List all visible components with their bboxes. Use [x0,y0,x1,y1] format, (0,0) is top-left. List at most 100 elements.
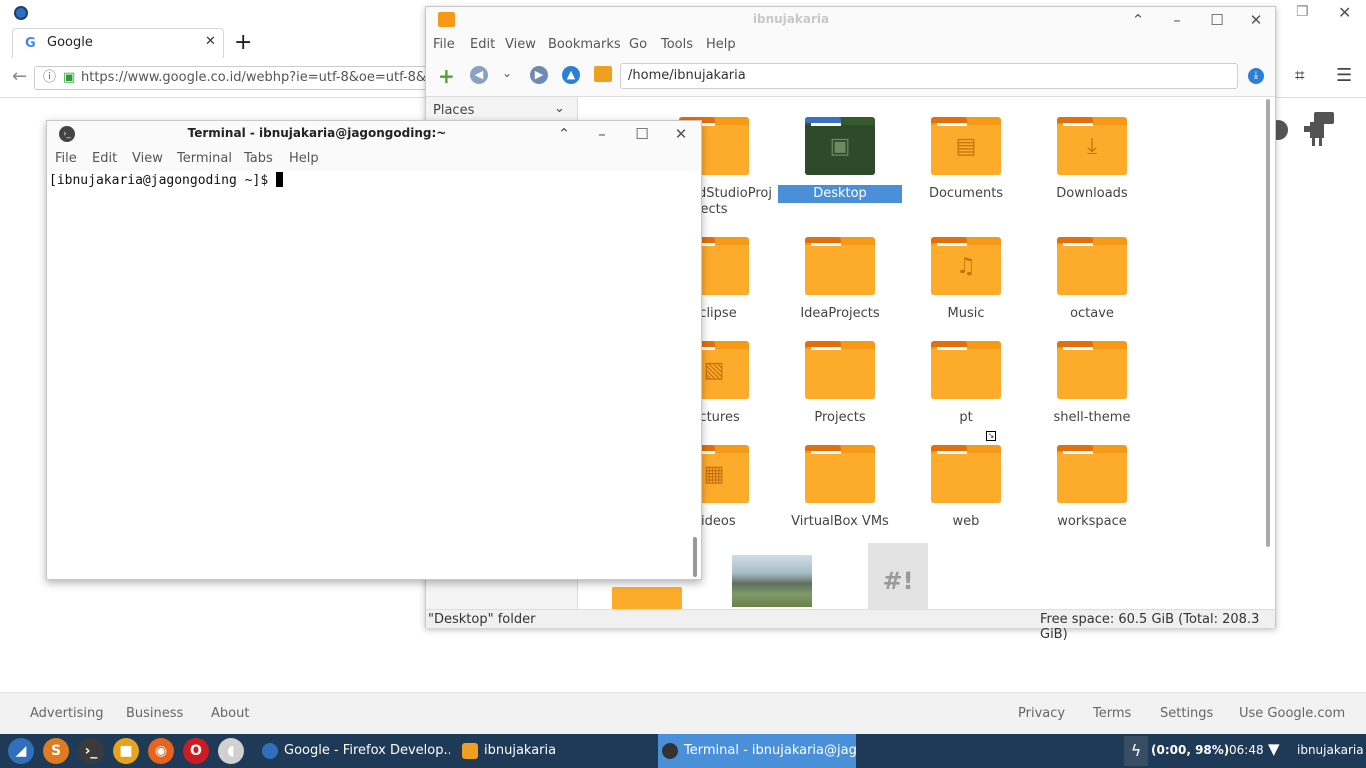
term-close-icon[interactable]: ✕ [668,121,694,147]
terminal-window: ›_ Terminal - ibnujakaria@jagongoding:~ … [46,120,702,580]
user-name[interactable]: ibnujakaria [1297,743,1364,757]
firefox-task-icon [262,743,278,759]
download-status-icon[interactable]: ⤓ [1248,68,1264,84]
fm-close-icon[interactable]: ✕ [1243,7,1269,33]
fm-minimize-icon[interactable]: – [1164,7,1190,33]
window-close-icon[interactable]: ✕ [1338,3,1351,22]
term-menu-view[interactable]: View [132,151,163,166]
landscape-image-thumbnail[interactable] [732,555,812,607]
folder-icon [805,237,875,295]
clock[interactable]: 06:48 [1229,743,1264,757]
task-terminal[interactable]: Terminal - ibnujakaria@jag... [658,734,856,768]
back-arrow-icon[interactable]: ← [12,66,27,87]
footer-advertising-link[interactable]: Advertising [30,706,104,721]
term-menu-help[interactable]: Help [289,151,319,166]
fm-menu-view[interactable]: View [505,37,536,52]
term-menu-file[interactable]: File [55,151,77,166]
folder-item[interactable]: workspace [1029,445,1155,531]
fm-title-bar[interactable]: ibnujakaria ⌃ – ☐ ✕ [426,7,1275,33]
folder-item[interactable]: ♫ Music [903,237,1029,323]
term-title-bar[interactable]: ›_ Terminal - ibnujakaria@jagongoding:~ … [47,121,701,147]
fm-maximize-icon[interactable]: ☐ [1204,7,1230,33]
footer-settings-link[interactable]: Settings [1160,706,1213,721]
fm-menu-edit[interactable]: Edit [470,37,495,52]
script-file-icon[interactable]: #! [868,543,928,609]
fm-menu-go[interactable]: Go [629,37,647,52]
term-maximize-icon[interactable]: ☐ [629,121,655,147]
folder-item[interactable]: ⤓ Downloads [1029,117,1155,203]
folder-emblem-icon: ▣ [829,134,851,159]
folder-icon [931,445,1001,503]
term-menu-bar: File Edit View Terminal Tabs Help [47,147,701,171]
fm-menu-file[interactable]: File [433,37,455,52]
folder-label: Downloads [1056,186,1128,201]
back-icon[interactable]: ◀ [470,66,488,84]
sublime-launcher-icon[interactable]: S [43,738,69,764]
places-header[interactable]: Places [433,103,474,118]
fm-scrollbar[interactable] [1266,99,1270,547]
url-text: https://www.google.co.id/webhp?ie=utf-8&… [81,70,434,85]
task-file-manager[interactable]: ibnujakaria [458,734,650,768]
folder-item[interactable]: pt [903,341,1029,427]
footer-use-google-link[interactable]: Use Google.com [1239,706,1345,721]
folder-item[interactable]: IdeaProjects [777,237,903,323]
term-scrollbar[interactable] [693,537,697,577]
term-minimize-icon[interactable]: – [589,121,615,147]
status-free-space-text: Free space: 60.5 GiB (Total: 208.3 GiB) [1040,612,1260,642]
term-menu-terminal[interactable]: Terminal [177,151,232,166]
folder-item[interactable]: web [903,445,1029,531]
hamburger-menu-icon[interactable]: ☰ [1336,65,1352,86]
home-icon[interactable] [594,66,612,82]
resize-cursor-icon: ↘ [986,431,996,441]
folder-label: Projects [814,410,866,425]
folder-item[interactable]: octave [1029,237,1155,323]
crop-icon[interactable]: ⌗ [1295,66,1305,86]
footer-about-link[interactable]: About [211,706,249,721]
folder-item[interactable]: shell-theme [1029,341,1155,427]
folder-label: VirtualBox VMs [791,514,889,529]
battery-bolt-icon[interactable]: ϟ [1124,736,1148,766]
places-collapse-icon[interactable]: ⌄ [554,101,565,116]
new-tab-plus-icon[interactable]: + [438,64,455,88]
wifi-icon[interactable]: ▼ [1268,740,1280,758]
folder-icon[interactable] [612,587,682,609]
task-file-manager-label: ibnujakaria [484,743,557,758]
footer-business-link[interactable]: Business [126,706,183,721]
folder-label: Documents [928,186,1004,201]
battery-status: (0:00, 98%) [1151,743,1230,757]
up-icon[interactable]: ▲ [562,66,580,84]
browser-tab-google[interactable]: G Google ✕ [12,28,224,58]
footer-privacy-link[interactable]: Privacy [1018,706,1065,721]
term-shade-icon[interactable]: ⌃ [551,121,577,147]
folder-item[interactable]: ▤ Documents [903,117,1029,203]
google-footer: Advertising Business About Privacy Terms… [0,692,1366,734]
term-menu-tabs[interactable]: Tabs [244,151,273,166]
fm-menu-bookmarks[interactable]: Bookmarks [548,37,621,52]
close-tab-icon[interactable]: ✕ [205,34,216,49]
files-launcher-icon[interactable]: ■ [113,738,139,764]
firefox-launcher-icon[interactable]: ◉ [148,738,174,764]
forward-icon[interactable]: ▶ [530,66,548,84]
history-dropdown-icon[interactable]: ⌄ [502,66,512,80]
term-menu-edit[interactable]: Edit [92,151,117,166]
folder-item[interactable]: ▣ Desktop [777,117,903,203]
whisker-menu-launcher-icon[interactable]: ◢ [8,738,34,764]
folder-item[interactable]: Projects [777,341,903,427]
opera-launcher-icon[interactable]: O [183,738,209,764]
info-icon[interactable]: ⓘ [43,67,56,89]
terminal-launcher-icon[interactable]: ›_ [78,738,104,764]
terminal-output[interactable]: [ibnujakaria@jagongoding ~]$ [47,171,701,579]
new-tab-icon[interactable]: + [234,30,252,55]
folder-label: octave [1070,306,1114,321]
window-restore-icon[interactable]: ❐ [1296,4,1309,20]
fm-shade-icon[interactable]: ⌃ [1125,7,1151,33]
fm-menu-help[interactable]: Help [706,37,736,52]
task-firefox[interactable]: Google - Firefox Develop... [258,734,450,768]
folder-emblem-icon: ♫ [956,254,976,279]
folder-item[interactable]: VirtualBox VMs [777,445,903,531]
fm-menu-tools[interactable]: Tools [661,37,693,52]
url-bar[interactable]: ⓘ ▣ https://www.google.co.id/webhp?ie=ut… [34,66,434,90]
footer-terms-link[interactable]: Terms [1093,706,1131,721]
location-bar[interactable]: /home/ibnujakaria [620,63,1238,89]
plank-launcher-icon[interactable]: ◖ [218,738,244,764]
